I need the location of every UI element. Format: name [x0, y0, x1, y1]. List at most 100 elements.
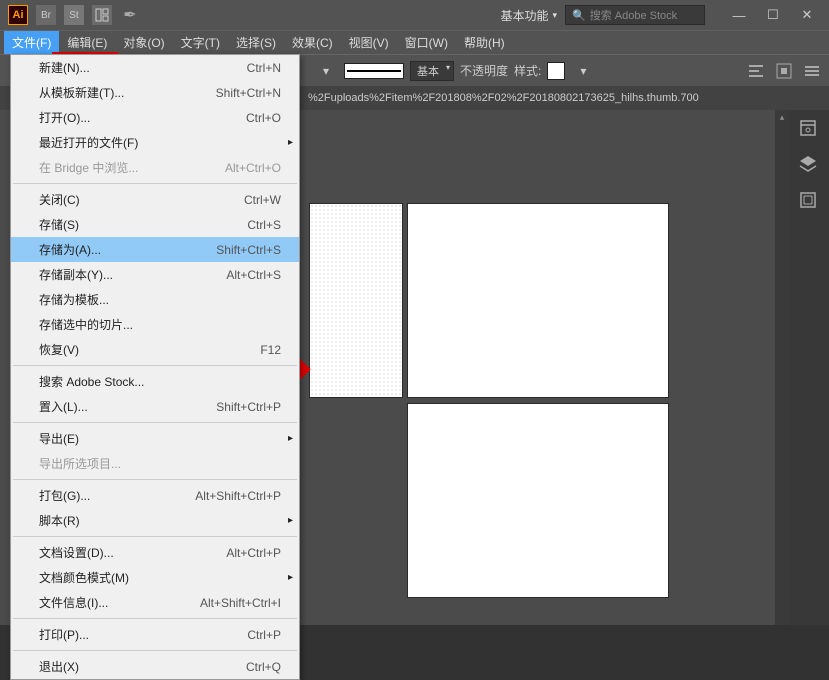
menu-item[interactable]: 新建(N)... Ctrl+N	[11, 55, 299, 80]
menu-item-shortcut: Alt+Ctrl+P	[226, 546, 281, 560]
menu-item-label: 存储为(A)...	[39, 241, 101, 258]
menu-separator	[13, 650, 297, 651]
feather-icon[interactable]: ✒	[120, 5, 140, 25]
menu-item-label: 导出(E)	[39, 430, 79, 447]
menu-item[interactable]: 存储副本(Y)...Alt+Ctrl+S	[11, 262, 299, 287]
menu-item: 在 Bridge 中浏览... Alt+Ctrl+O	[11, 155, 299, 180]
bridge-icon[interactable]: Br	[36, 5, 56, 25]
menu-item-label: 打开(O)...	[39, 109, 90, 126]
menu-item-shortcut: Shift+Ctrl+N	[216, 86, 281, 100]
menu-item-label: 打印(P)...	[39, 626, 89, 643]
menu-separator	[13, 183, 297, 184]
menu-object[interactable]: 对象(O)	[115, 31, 172, 54]
menu-view[interactable]: 视图(V)	[341, 31, 397, 54]
search-placeholder: 搜索 Adobe Stock	[590, 7, 677, 23]
menu-item[interactable]: 退出(X)Ctrl+Q	[11, 654, 299, 679]
menu-item-shortcut: Alt+Shift+Ctrl+I	[200, 596, 281, 610]
artboards-icon[interactable]	[798, 190, 820, 212]
close-button[interactable]: ✕	[793, 6, 821, 24]
style-dropdown-icon[interactable]: ▾	[571, 59, 595, 83]
menu-item[interactable]: 最近打开的文件(F)	[11, 130, 299, 155]
menu-item-label: 在 Bridge 中浏览...	[39, 159, 138, 176]
transform-icon[interactable]	[775, 62, 793, 80]
arrange-icon[interactable]	[92, 5, 112, 25]
menu-help[interactable]: 帮助(H)	[456, 31, 513, 54]
menu-item-label: 从模板新建(T)...	[39, 84, 124, 101]
menu-item-label: 恢复(V)	[39, 341, 79, 358]
titlebar: Ai Br St ✒ 基本功能 ▾ 🔍 搜索 Adobe Stock — ☐ ✕	[0, 0, 829, 30]
menu-item[interactable]: 恢复(V) F12	[11, 337, 299, 362]
minimize-button[interactable]: —	[725, 6, 753, 24]
artboard-1[interactable]	[310, 204, 402, 397]
menu-window[interactable]: 窗口(W)	[397, 31, 456, 54]
search-icon: 🔍	[572, 9, 586, 22]
menu-separator	[13, 365, 297, 366]
menu-item-label: 文档颜色模式(M)	[39, 569, 129, 586]
menu-item-label: 文档设置(D)...	[39, 544, 114, 561]
menu-edit[interactable]: 编辑(E)	[59, 31, 115, 54]
artboard-3[interactable]	[408, 404, 668, 597]
menu-item-label: 导出所选项目...	[39, 455, 121, 472]
menu-item-label: 搜索 Adobe Stock...	[39, 373, 144, 390]
stroke-preview[interactable]	[344, 63, 404, 79]
dropdown-icon[interactable]: ▾	[314, 59, 338, 83]
menu-item[interactable]: 导出(E)	[11, 426, 299, 451]
layers-icon[interactable]	[798, 154, 820, 176]
menu-item[interactable]: 搜索 Adobe Stock...	[11, 369, 299, 394]
menu-item-label: 置入(L)...	[39, 398, 88, 415]
maximize-button[interactable]: ☐	[759, 6, 787, 24]
menu-file[interactable]: 文件(F)	[4, 31, 59, 54]
libraries-icon[interactable]	[798, 118, 820, 140]
menu-item-label: 关闭(C)	[39, 191, 80, 208]
stock-icon[interactable]: St	[64, 5, 84, 25]
menu-separator	[13, 536, 297, 537]
prefs-icon[interactable]	[803, 62, 821, 80]
stroke-style-select[interactable]: 基本	[410, 61, 454, 81]
menu-item[interactable]: 置入(L)... Shift+Ctrl+P	[11, 394, 299, 419]
menu-item: 导出所选项目...	[11, 451, 299, 476]
menu-item-label: 存储为模板...	[39, 291, 109, 308]
menu-item[interactable]: 脚本(R)	[11, 508, 299, 533]
menu-item[interactable]: 文档颜色模式(M)	[11, 565, 299, 590]
menu-item-shortcut: Alt+Ctrl+S	[226, 268, 281, 282]
menu-item[interactable]: 存储(S)Ctrl+S	[11, 212, 299, 237]
menu-separator	[13, 422, 297, 423]
menu-item-shortcut: Ctrl+Q	[246, 660, 281, 674]
menu-item-label: 脚本(R)	[39, 512, 80, 529]
menu-item-label: 新建(N)...	[39, 59, 90, 76]
right-panel-dock	[789, 110, 829, 625]
menu-item-label: 文件信息(I)...	[39, 594, 108, 611]
menu-select[interactable]: 选择(S)	[228, 31, 284, 54]
menu-item[interactable]: 文件信息(I)... Alt+Shift+Ctrl+I	[11, 590, 299, 615]
scroll-up-icon[interactable]: ▴	[775, 110, 789, 124]
align-icon[interactable]	[747, 62, 765, 80]
menu-item[interactable]: 存储选中的切片...	[11, 312, 299, 337]
menu-item[interactable]: 存储为(A)...Shift+Ctrl+S	[11, 237, 299, 262]
menu-item[interactable]: 关闭(C)Ctrl+W	[11, 187, 299, 212]
menu-item[interactable]: 文档设置(D)... Alt+Ctrl+P	[11, 540, 299, 565]
menu-effect[interactable]: 效果(C)	[284, 31, 341, 54]
menu-item[interactable]: 存储为模板...	[11, 287, 299, 312]
vertical-scrollbar[interactable]: ▴	[775, 110, 789, 625]
menu-item-shortcut: Alt+Ctrl+O	[225, 161, 281, 175]
menu-item-shortcut: Ctrl+P	[247, 628, 281, 642]
menu-item-label: 存储(S)	[39, 216, 79, 233]
menubar: 文件(F) 编辑(E) 对象(O) 文字(T) 选择(S) 效果(C) 视图(V…	[0, 30, 829, 54]
search-stock-input[interactable]: 🔍 搜索 Adobe Stock	[565, 5, 705, 25]
menu-type[interactable]: 文字(T)	[173, 31, 228, 54]
menu-separator	[13, 618, 297, 619]
artboard-2[interactable]	[408, 204, 668, 397]
menu-item-shortcut: Alt+Shift+Ctrl+P	[195, 489, 281, 503]
menu-item-shortcut: F12	[260, 343, 281, 357]
menu-item[interactable]: 从模板新建(T)... Shift+Ctrl+N	[11, 80, 299, 105]
menu-item-shortcut: Shift+Ctrl+P	[216, 400, 281, 414]
document-tab[interactable]: %2Fuploads%2Fitem%2F201808%2F02%2F201808…	[300, 89, 707, 107]
menu-item-shortcut: Ctrl+N	[247, 61, 281, 75]
menu-item[interactable]: 打包(G)...Alt+Shift+Ctrl+P	[11, 483, 299, 508]
menu-item[interactable]: 打印(P)... Ctrl+P	[11, 622, 299, 647]
menu-item[interactable]: 打开(O)...Ctrl+O	[11, 105, 299, 130]
opacity-label: 不透明度	[460, 62, 508, 79]
style-swatch[interactable]	[547, 62, 565, 80]
workspace-switcher[interactable]: 基本功能 ▾	[500, 7, 557, 24]
chevron-down-icon: ▾	[552, 10, 557, 21]
